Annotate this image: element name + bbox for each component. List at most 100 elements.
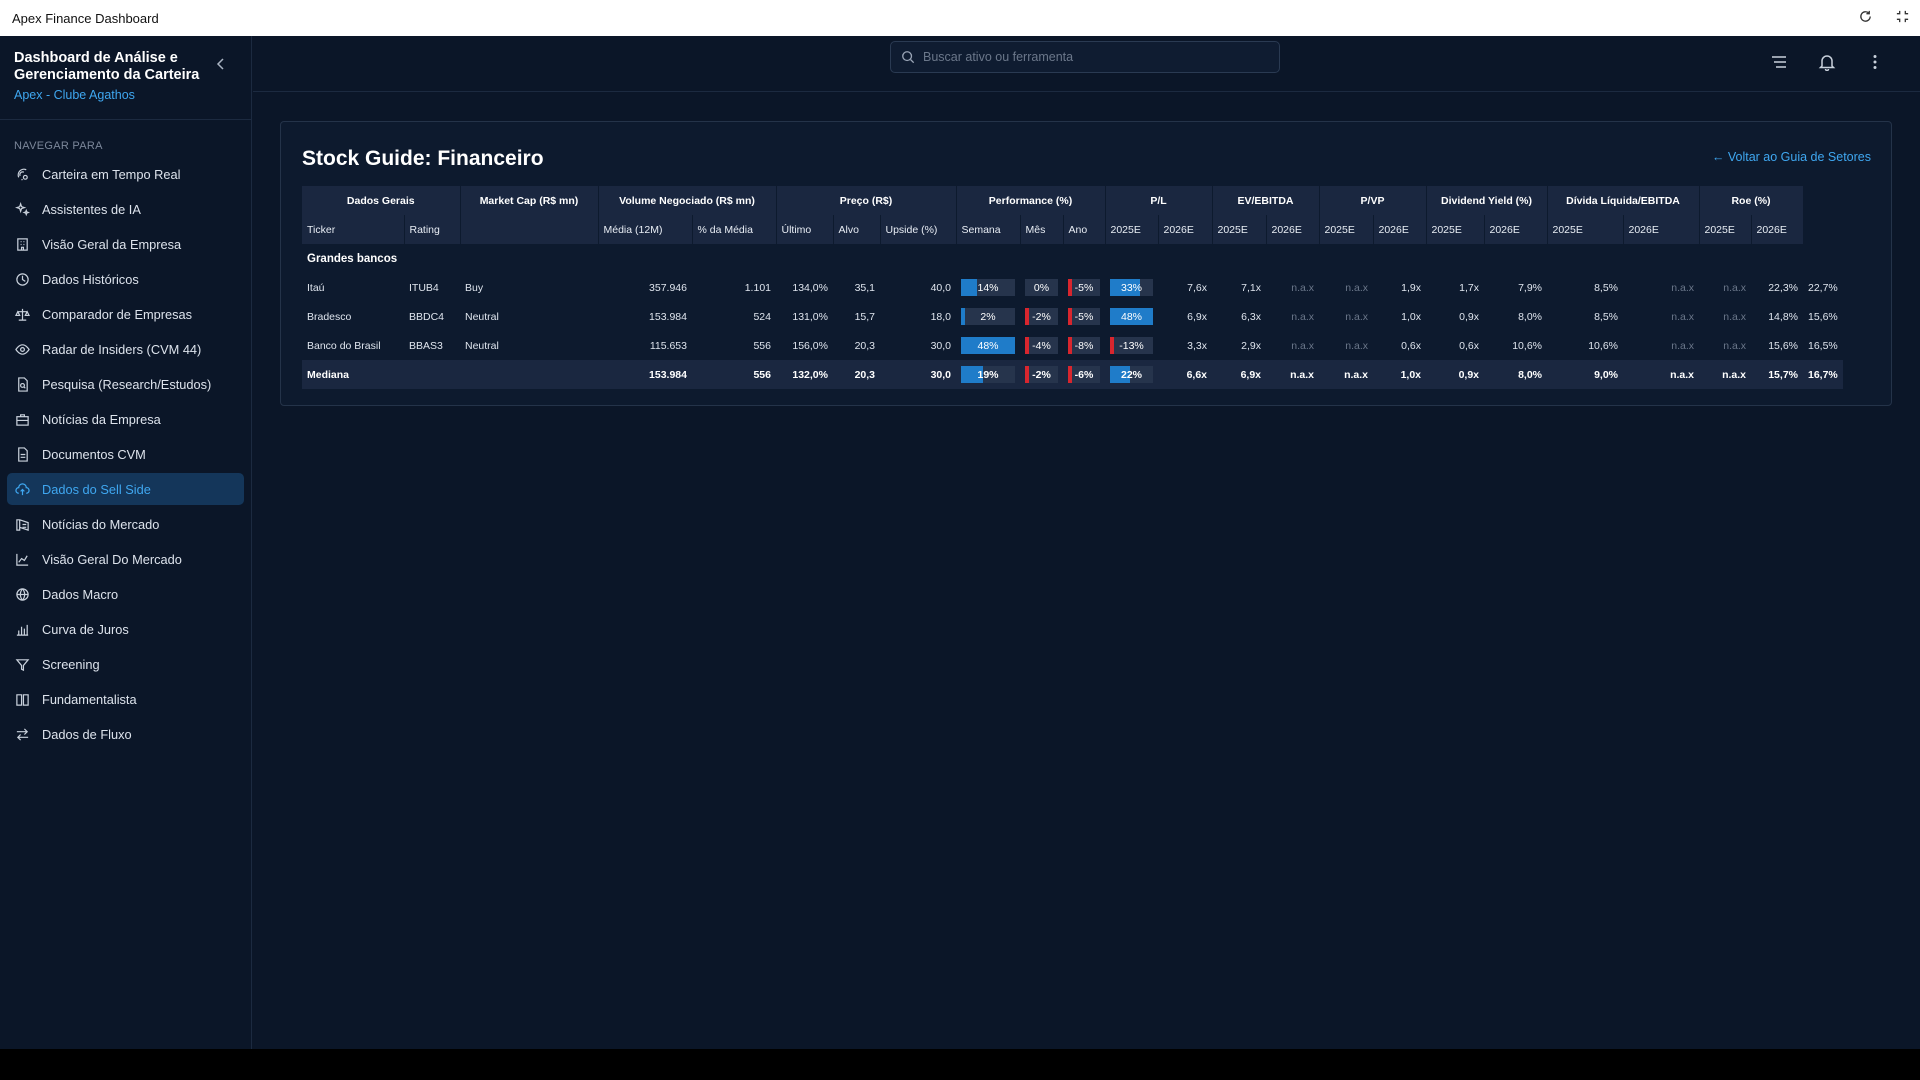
cell-pvp26: 0,9x xyxy=(1459,310,1479,323)
year-bar-fill xyxy=(1110,337,1114,354)
cell-name: Banco do Brasil xyxy=(307,339,381,352)
month-bar-label: -6% xyxy=(1074,368,1094,381)
cell-roe26: 15,6% xyxy=(1808,310,1838,323)
column-header[interactable]: % da Média xyxy=(692,215,777,244)
cell-target: 30,0 xyxy=(880,360,956,389)
cell-pl25: 3,3x xyxy=(1187,339,1207,352)
cell-nd26: n.a.x xyxy=(1699,360,1751,389)
cell-rating xyxy=(460,360,598,389)
sidebar-item-pesquisa-research-estudos[interactable]: Pesquisa (Research/Estudos) xyxy=(7,368,244,400)
cell-last: 20,3 xyxy=(833,360,880,389)
sidebar-item-visao-geral-da-empresa[interactable]: Visão Geral da Empresa xyxy=(7,228,244,260)
cell-upside: 19% xyxy=(956,360,1020,389)
search-box[interactable] xyxy=(890,41,1280,73)
column-header[interactable]: Mês xyxy=(1020,215,1064,244)
sidebar-item-curva-de-juros[interactable]: Curva de Juros xyxy=(7,613,244,645)
cell-roe26: 22,7% xyxy=(1808,281,1838,294)
sidebar-subtitle: Apex - Clube Agathos xyxy=(14,88,135,102)
fullscreen-icon[interactable] xyxy=(1895,9,1910,27)
sidebar-item-label: Notícias da Empresa xyxy=(42,411,161,427)
cell-dy26: 8,5% xyxy=(1594,281,1618,294)
column-header[interactable]: Último xyxy=(776,215,834,244)
menu-lines-icon[interactable] xyxy=(1770,53,1788,76)
cell-upside: 2% xyxy=(956,302,1020,331)
nav-label: NAVEGAR PARA xyxy=(14,140,103,152)
year-bar-label: 33% xyxy=(1120,281,1142,294)
column-header[interactable]: 2025E xyxy=(1212,215,1267,244)
column-header[interactable]: Média (12M) xyxy=(598,215,693,244)
search-input[interactable] xyxy=(923,50,1263,64)
column-header[interactable]: 2025E xyxy=(1426,215,1485,244)
column-header[interactable]: 2026E xyxy=(1373,215,1427,244)
column-header[interactable]: Semana xyxy=(956,215,1021,244)
cell-last: 35,1 xyxy=(854,281,875,294)
sidebar-item-label: Fundamentalista xyxy=(42,691,137,707)
sidebar-item-radar-de-insiders-cvm-44[interactable]: Radar de Insiders (CVM 44) xyxy=(7,333,244,365)
week-bar-label: -4% xyxy=(1032,339,1051,352)
back-to-sectors-link[interactable]: ← Voltar ao Guia de Setores xyxy=(1712,150,1871,164)
column-header[interactable] xyxy=(460,215,599,244)
globe-icon xyxy=(16,587,29,601)
cell-roe25: 14,8% xyxy=(1768,310,1798,323)
month-bar-label: -8% xyxy=(1074,339,1094,352)
table-row[interactable]: Bradesco BBDC4 Neutral 153.984 524 131,0% 15,7… xyxy=(302,302,1843,331)
column-header[interactable]: 2025E xyxy=(1699,215,1752,244)
table-row[interactable]: Itaú ITUB4 Buy 357.946 1.101 134,0% 35,1 40,0 14… xyxy=(302,273,1843,302)
cell-week: -2% xyxy=(1020,302,1063,331)
bell-icon[interactable] xyxy=(1818,53,1836,76)
column-header[interactable]: Upside (%) xyxy=(880,215,957,244)
sidebar-item-comparador-de-empresas[interactable]: Comparador de Empresas xyxy=(7,298,244,330)
sidebar-item-documentos-cvm[interactable]: Documentos CVM xyxy=(7,438,244,470)
cell-roe26: 16,5% xyxy=(1808,339,1838,352)
median-row[interactable]: Mediana 153.984 556 132,0% 20,3 30,0 19% -2% -6%… xyxy=(302,360,1843,389)
sidebar-item-dados-do-sell-side[interactable]: Dados do Sell Side xyxy=(7,473,244,505)
sidebar-item-noticias-do-mercado[interactable]: Notícias do Mercado xyxy=(7,508,244,540)
column-header[interactable]: Rating xyxy=(404,215,461,244)
sub-header-row: Ticker Rating Média (12M)% da Média Último A… xyxy=(302,215,1843,244)
table-row[interactable]: Banco do Brasil BBAS3 Neutral 115.653 556 156… xyxy=(302,331,1843,360)
cell-ev26: n.a.x xyxy=(1319,360,1373,389)
more-vertical-icon[interactable] xyxy=(1866,53,1884,76)
cell-ticker: BBAS3 xyxy=(409,339,443,352)
column-header[interactable]: 2026E xyxy=(1266,215,1320,244)
cell-month: -6% xyxy=(1063,360,1105,389)
cell-week: 0% xyxy=(1020,273,1063,302)
column-header[interactable]: Alvo xyxy=(833,215,881,244)
collapse-sidebar-icon[interactable] xyxy=(213,56,229,72)
app-window: Apex Finance Dashboard Dashboard de Anál… xyxy=(0,0,1920,1049)
sidebar-item-carteira-em-tempo-real[interactable]: Carteira em Tempo Real xyxy=(7,158,244,190)
sidebar-item-fundamentalista[interactable]: Fundamentalista xyxy=(7,683,244,715)
sidebar-item-dados-historicos[interactable]: Dados Históricos xyxy=(7,263,244,295)
sidebar-item-screening[interactable]: Screening xyxy=(7,648,244,680)
refresh-icon[interactable] xyxy=(1858,9,1873,27)
cell-vol-pct: 131,0% xyxy=(792,310,828,323)
sidebar-item-label: Assistentes de IA xyxy=(42,201,141,217)
column-header[interactable]: 2026E xyxy=(1623,215,1700,244)
month-bar-label: -5% xyxy=(1074,281,1094,294)
sidebar-item-dados-macro[interactable]: Dados Macro xyxy=(7,578,244,610)
cell-roe25: 22,3% xyxy=(1768,281,1798,294)
column-header[interactable]: Ano xyxy=(1063,215,1106,244)
month-bar-label: -5% xyxy=(1074,310,1094,323)
sidebar-item-dados-de-fluxo[interactable]: Dados de Fluxo xyxy=(7,718,244,750)
column-header[interactable]: 2025E xyxy=(1319,215,1374,244)
cell-dy26: 8,5% xyxy=(1594,310,1618,323)
column-header[interactable]: Ticker xyxy=(302,215,405,244)
sidebar-item-visao-geral-do-mercado[interactable]: Visão Geral Do Mercado xyxy=(7,543,244,575)
column-header[interactable]: 2026E xyxy=(1158,215,1213,244)
year-bar: 22% xyxy=(1110,366,1153,383)
sidebar-item-label: Visão Geral Do Mercado xyxy=(42,551,182,567)
cell-name: Itaú xyxy=(307,281,325,294)
sidebar-item-label: Visão Geral da Empresa xyxy=(42,236,182,252)
sidebar-item-assistentes-de-ia[interactable]: Assistentes de IA xyxy=(7,193,244,225)
column-header[interactable]: 2025E xyxy=(1547,215,1624,244)
column-header[interactable]: 2026E xyxy=(1751,215,1804,244)
cell-name: Mediana xyxy=(302,360,404,389)
column-header[interactable]: 2025E xyxy=(1105,215,1159,244)
sidebar-item-noticias-da-empresa[interactable]: Notícias da Empresa xyxy=(7,403,244,435)
cell-ticker: ITUB4 xyxy=(409,281,439,294)
sidebar-item-label: Carteira em Tempo Real xyxy=(42,166,181,182)
column-header[interactable]: 2026E xyxy=(1484,215,1548,244)
group-label: Grandes bancos xyxy=(307,252,398,265)
cloud-upload-icon xyxy=(15,482,30,495)
